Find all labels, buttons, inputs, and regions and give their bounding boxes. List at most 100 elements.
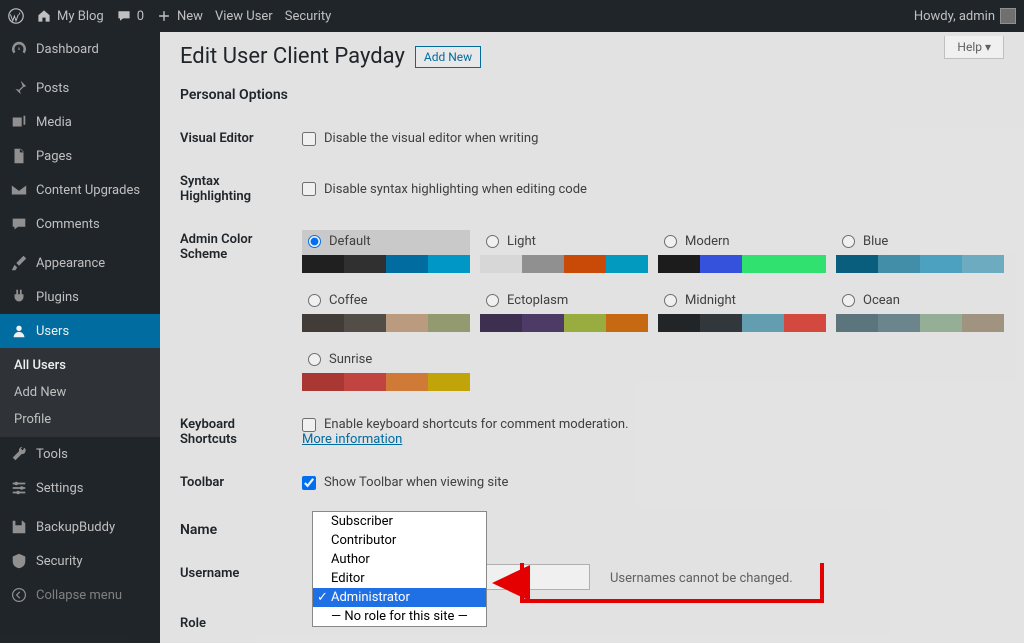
site-name-label: My Blog bbox=[57, 9, 104, 24]
kbd-checkbox[interactable] bbox=[302, 418, 316, 432]
pin-icon bbox=[10, 79, 28, 97]
sidebar-label-comments: Comments bbox=[36, 217, 100, 232]
color-scheme-radio[interactable] bbox=[486, 235, 499, 248]
color-scheme-label: Default bbox=[329, 234, 371, 249]
security-label: Security bbox=[285, 9, 332, 24]
sidebar-label-backupbuddy: BackupBuddy bbox=[36, 520, 115, 535]
sliders-icon bbox=[10, 479, 28, 497]
kbd-more-link[interactable]: More information bbox=[302, 432, 402, 447]
color-swatches bbox=[836, 314, 1004, 332]
color-scheme-label: Coffee bbox=[329, 293, 368, 308]
color-swatches bbox=[302, 255, 470, 273]
color-scheme-radio[interactable] bbox=[308, 353, 321, 366]
sidebar-subitem-add-new[interactable]: Add New bbox=[0, 379, 160, 406]
toolbar-checkbox[interactable] bbox=[302, 476, 316, 490]
sidebar-item-content-upgrades[interactable]: Content Upgrades bbox=[0, 173, 160, 207]
sidebar-item-plugins[interactable]: Plugins bbox=[0, 280, 160, 314]
color-swatches bbox=[836, 255, 1004, 273]
color-swatches bbox=[658, 314, 826, 332]
role-option[interactable]: Administrator bbox=[313, 588, 486, 607]
row-label-visual-editor: Visual Editor bbox=[180, 117, 302, 160]
sidebar-item-dashboard[interactable]: Dashboard bbox=[0, 32, 160, 66]
comments-link[interactable]: 0 bbox=[116, 8, 144, 24]
plugin-icon bbox=[10, 288, 28, 306]
color-scheme-label: Blue bbox=[863, 234, 888, 249]
comment-icon bbox=[10, 215, 28, 233]
admin-bar: My Blog 0 New View User Security Howdy, … bbox=[0, 0, 1024, 32]
security-link[interactable]: Security bbox=[285, 9, 332, 24]
color-scheme-radio[interactable] bbox=[842, 294, 855, 307]
syntax-checkbox[interactable] bbox=[302, 182, 316, 196]
help-tab[interactable]: Help ▾ bbox=[944, 36, 1004, 59]
row-label-toolbar: Toolbar bbox=[180, 461, 302, 504]
sidebar-item-pages[interactable]: Pages bbox=[0, 139, 160, 173]
color-scheme-ectoplasm[interactable]: Ectoplasm bbox=[480, 289, 648, 332]
role-option[interactable]: Editor bbox=[313, 569, 486, 588]
role-option[interactable]: Author bbox=[313, 550, 486, 569]
user-icon bbox=[10, 322, 28, 340]
wp-logo[interactable] bbox=[8, 8, 24, 24]
role-option[interactable]: Contributor bbox=[313, 531, 486, 550]
sidebar-item-security[interactable]: Security bbox=[0, 544, 160, 578]
color-scheme-coffee[interactable]: Coffee bbox=[302, 289, 470, 332]
view-user-label: View User bbox=[215, 9, 273, 24]
color-scheme-radio[interactable] bbox=[308, 235, 321, 248]
home-icon bbox=[36, 8, 52, 24]
visual-editor-checkbox[interactable] bbox=[302, 132, 316, 146]
color-swatches bbox=[480, 314, 648, 332]
color-scheme-ocean[interactable]: Ocean bbox=[836, 289, 1004, 332]
syntax-text: Disable syntax highlighting when editing… bbox=[324, 182, 587, 197]
brush-icon bbox=[10, 254, 28, 272]
sidebar-item-comments[interactable]: Comments bbox=[0, 207, 160, 241]
new-link[interactable]: New bbox=[156, 8, 203, 24]
role-select-popup[interactable]: SubscriberContributorAuthorEditorAdminis… bbox=[312, 511, 487, 627]
comments-count: 0 bbox=[137, 9, 144, 24]
color-scheme-light[interactable]: Light bbox=[480, 230, 648, 273]
sidebar-label-settings: Settings bbox=[36, 481, 83, 496]
sidebar-subitem-profile[interactable]: Profile bbox=[0, 406, 160, 433]
howdy-link[interactable]: Howdy, admin bbox=[914, 8, 1016, 24]
color-schemes-grid: Default Light Modern Blue Coffee EctoplasmMid… bbox=[302, 230, 1004, 391]
avatar bbox=[1000, 8, 1016, 24]
sidebar-subitem-all-users[interactable]: All Users bbox=[0, 352, 160, 379]
color-scheme-radio[interactable] bbox=[664, 294, 677, 307]
media-icon bbox=[10, 113, 28, 131]
sidebar-item-settings[interactable]: Settings bbox=[0, 471, 160, 505]
visual-editor-text: Disable the visual editor when writing bbox=[324, 131, 538, 146]
color-scheme-radio[interactable] bbox=[842, 235, 855, 248]
wordpress-icon bbox=[8, 8, 24, 24]
color-scheme-label: Light bbox=[507, 234, 536, 249]
toolbar-text: Show Toolbar when viewing site bbox=[324, 475, 508, 490]
color-scheme-default[interactable]: Default bbox=[302, 230, 470, 273]
color-scheme-midnight[interactable]: Midnight bbox=[658, 289, 826, 332]
row-label-kbd: Keyboard Shortcuts bbox=[180, 403, 302, 461]
admin-sidebar: Dashboard Posts Media Pages Content Upgr… bbox=[0, 32, 160, 643]
color-scheme-radio[interactable] bbox=[664, 235, 677, 248]
sidebar-item-posts[interactable]: Posts bbox=[0, 71, 160, 105]
row-label-color-scheme: Admin Color Scheme bbox=[180, 218, 302, 403]
sidebar-item-appearance[interactable]: Appearance bbox=[0, 246, 160, 280]
color-swatches bbox=[302, 314, 470, 332]
site-link[interactable]: My Blog bbox=[36, 8, 104, 24]
role-option[interactable]: Subscriber bbox=[313, 512, 486, 531]
sidebar-collapse[interactable]: Collapse menu bbox=[0, 578, 160, 612]
sidebar-label-pages: Pages bbox=[36, 149, 72, 164]
row-label-syntax: Syntax Highlighting bbox=[180, 160, 302, 218]
wrench-icon bbox=[10, 445, 28, 463]
color-scheme-modern[interactable]: Modern bbox=[658, 230, 826, 273]
sidebar-label-security: Security bbox=[36, 554, 83, 569]
color-scheme-sunrise[interactable]: Sunrise bbox=[302, 348, 470, 391]
view-user-link[interactable]: View User bbox=[215, 9, 273, 24]
new-label: New bbox=[177, 9, 203, 24]
comment-icon bbox=[116, 8, 132, 24]
sidebar-item-tools[interactable]: Tools bbox=[0, 437, 160, 471]
sidebar-item-users[interactable]: Users bbox=[0, 314, 160, 348]
sidebar-label-posts: Posts bbox=[36, 81, 69, 96]
add-new-button[interactable]: Add New bbox=[415, 46, 481, 68]
color-scheme-blue[interactable]: Blue bbox=[836, 230, 1004, 273]
role-option[interactable]: — No role for this site — bbox=[313, 607, 486, 626]
sidebar-item-media[interactable]: Media bbox=[0, 105, 160, 139]
sidebar-item-backupbuddy[interactable]: BackupBuddy bbox=[0, 510, 160, 544]
color-scheme-radio[interactable] bbox=[486, 294, 499, 307]
color-scheme-radio[interactable] bbox=[308, 294, 321, 307]
